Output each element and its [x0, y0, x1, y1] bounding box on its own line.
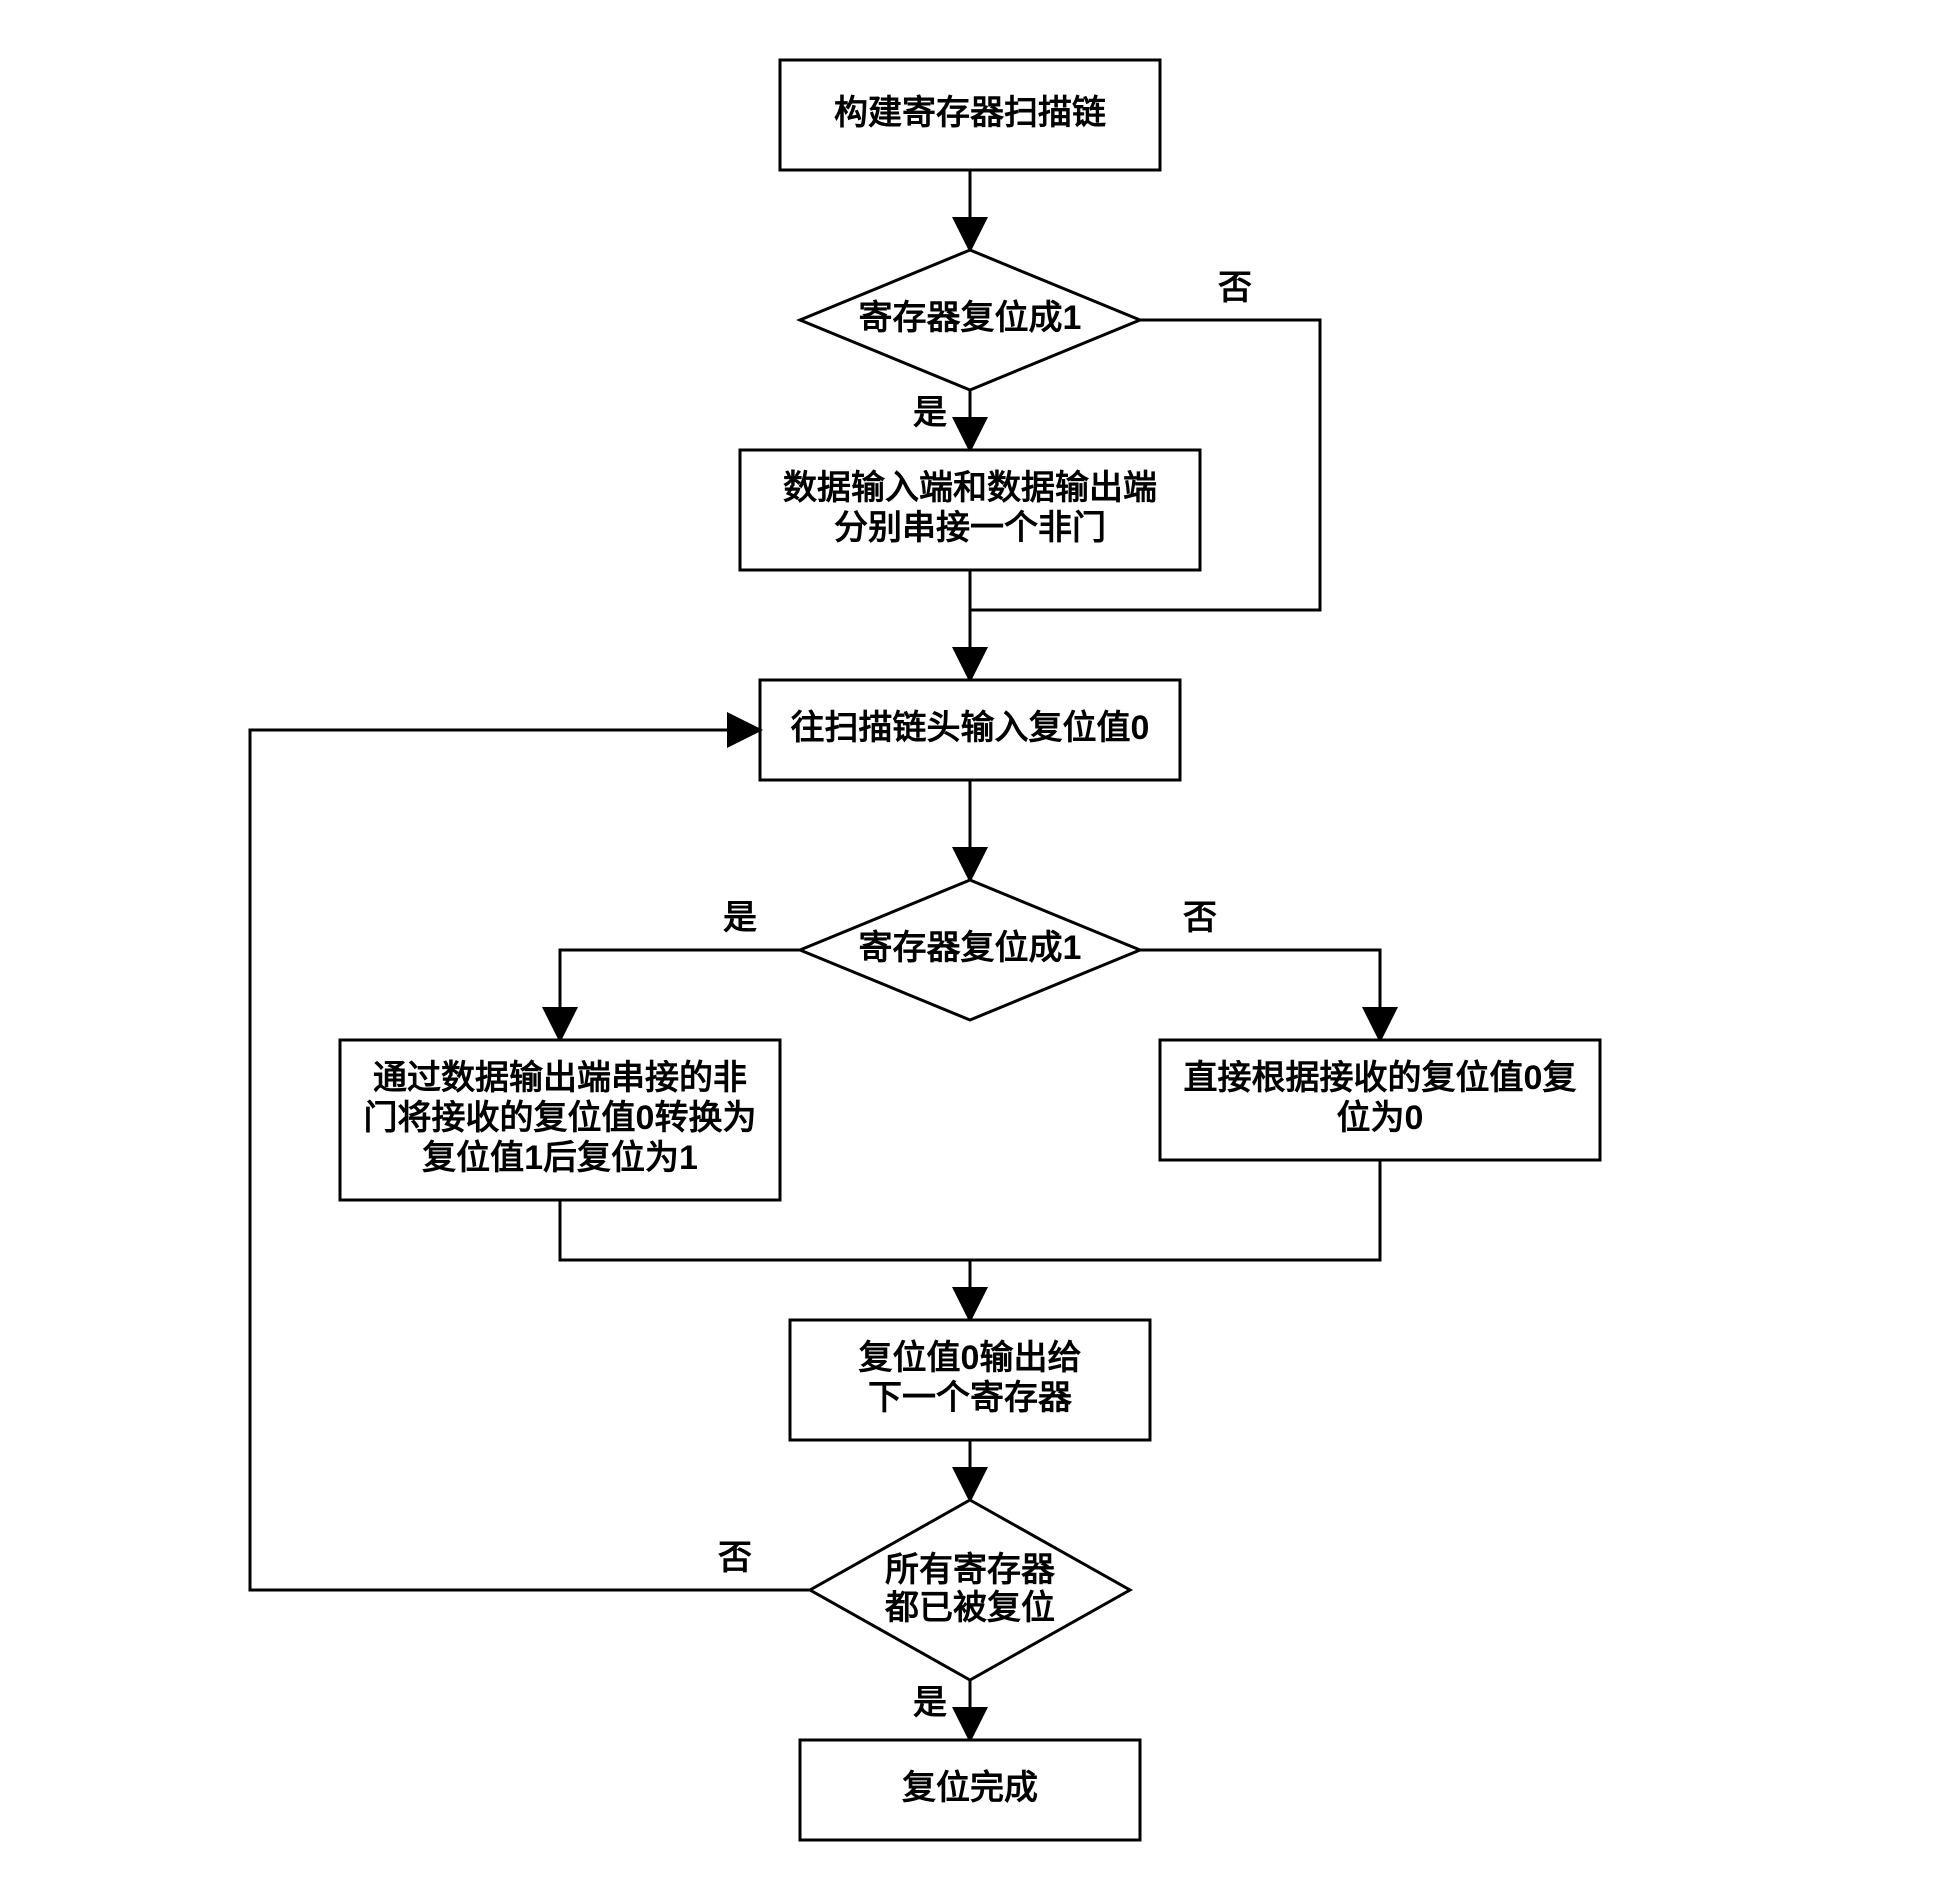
process-convert-l1: 通过数据输出端串接的非 [373, 1059, 747, 1097]
process-add-not-gates-l2: 分别串接一个非门 [834, 509, 1106, 547]
decision-reset-to-1-second-label: 寄存器复位成1 [859, 929, 1082, 967]
edge-d2-no [1140, 950, 1380, 1040]
label-d1-no: 否 [1218, 269, 1252, 307]
decision-reset-to-1-first-label: 寄存器复位成1 [859, 299, 1082, 337]
process-input-reset-0-label: 往扫描链头输入复位值0 [791, 709, 1150, 747]
decision-all-reset-l2: 都已被复位 [884, 1589, 1055, 1627]
process-output-l1: 复位值0输出给 [859, 1339, 1082, 1377]
process-output-l2: 下一个寄存器 [868, 1379, 1073, 1417]
process-direct-reset-l1: 直接根据接收的复位值0复 [1184, 1059, 1577, 1097]
process-build-scan-chain-label: 构建寄存器扫描链 [834, 94, 1106, 132]
edge-d2-yes [560, 950, 800, 1040]
label-d2-yes: 是 [723, 899, 757, 937]
process-reset-complete-label: 复位完成 [902, 1768, 1038, 1807]
process-direct-reset-l2: 位为0 [1337, 1099, 1424, 1137]
label-d2-no: 否 [1183, 899, 1217, 937]
decision-all-reset-l1: 所有寄存器 [885, 1551, 1056, 1589]
label-d3-no: 否 [718, 1539, 752, 1577]
flowchart-canvas: 构建寄存器扫描链 寄存器复位成1 否 是 数据输入端和数据输出端 分别串接一个非… [0, 0, 1937, 1890]
label-d3-yes: 是 [913, 1684, 947, 1722]
process-convert-l3: 复位值1后复位为1 [422, 1139, 698, 1177]
process-add-not-gates-l1: 数据输入端和数据输出端 [783, 469, 1157, 507]
process-convert-l2: 门将接收的复位值0转换为 [364, 1099, 757, 1137]
label-d1-yes: 是 [913, 394, 947, 432]
